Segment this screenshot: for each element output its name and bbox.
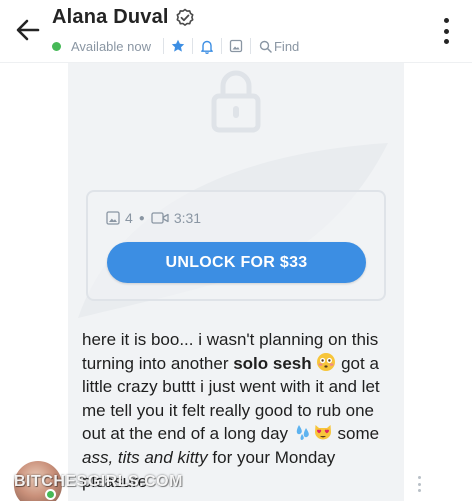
sweat-droplets-emoji-icon xyxy=(296,425,309,441)
message-text: here it is boo... i wasn't planning on t… xyxy=(82,328,398,493)
search-icon xyxy=(259,40,272,53)
locked-media-post: 4 ● 3:31 UNLOCK FOR $33 xyxy=(68,63,404,320)
unlock-button[interactable]: UNLOCK FOR $33 xyxy=(107,242,366,283)
status-row: Available now Find xyxy=(52,37,299,55)
bullet-separator: ● xyxy=(138,212,145,224)
find-label: Find xyxy=(273,38,300,54)
divider xyxy=(220,38,222,54)
unlock-card: 4 ● 3:31 UNLOCK FOR $33 xyxy=(86,190,386,301)
availability-status: Available now xyxy=(71,38,151,54)
message-bold: solo sesh xyxy=(233,353,312,373)
divider xyxy=(249,38,251,54)
divider xyxy=(162,38,164,54)
bell-icon[interactable] xyxy=(199,38,215,54)
video-icon xyxy=(151,212,169,224)
divider xyxy=(191,38,193,54)
chat-header: Alana Duval Available now Find xyxy=(0,0,472,62)
photo-count: 4 xyxy=(125,210,133,226)
online-indicator xyxy=(52,41,61,51)
video-duration: 3:31 xyxy=(173,210,202,226)
verified-badge-icon xyxy=(176,8,194,26)
image-icon xyxy=(106,211,120,225)
message-options-icon[interactable] xyxy=(416,476,422,492)
message-italic: ass, tits and kitty xyxy=(82,447,208,467)
message-segment: some xyxy=(332,424,380,444)
lock-icon xyxy=(211,70,261,133)
media-gallery-icon[interactable] xyxy=(228,38,244,54)
site-watermark: BITCHESGIRLS.COM xyxy=(14,473,183,490)
star-icon[interactable] xyxy=(170,38,186,54)
media-summary: 4 ● 3:31 xyxy=(106,210,201,226)
heart-eyes-cat-emoji-icon xyxy=(314,425,331,440)
contact-name[interactable]: Alana Duval xyxy=(52,6,169,29)
back-arrow-icon[interactable] xyxy=(14,16,42,44)
flushed-face-emoji-icon xyxy=(317,352,336,371)
find-button[interactable]: Find xyxy=(259,39,299,54)
title-row: Alana Duval xyxy=(52,6,195,29)
more-vertical-icon[interactable] xyxy=(436,18,456,44)
